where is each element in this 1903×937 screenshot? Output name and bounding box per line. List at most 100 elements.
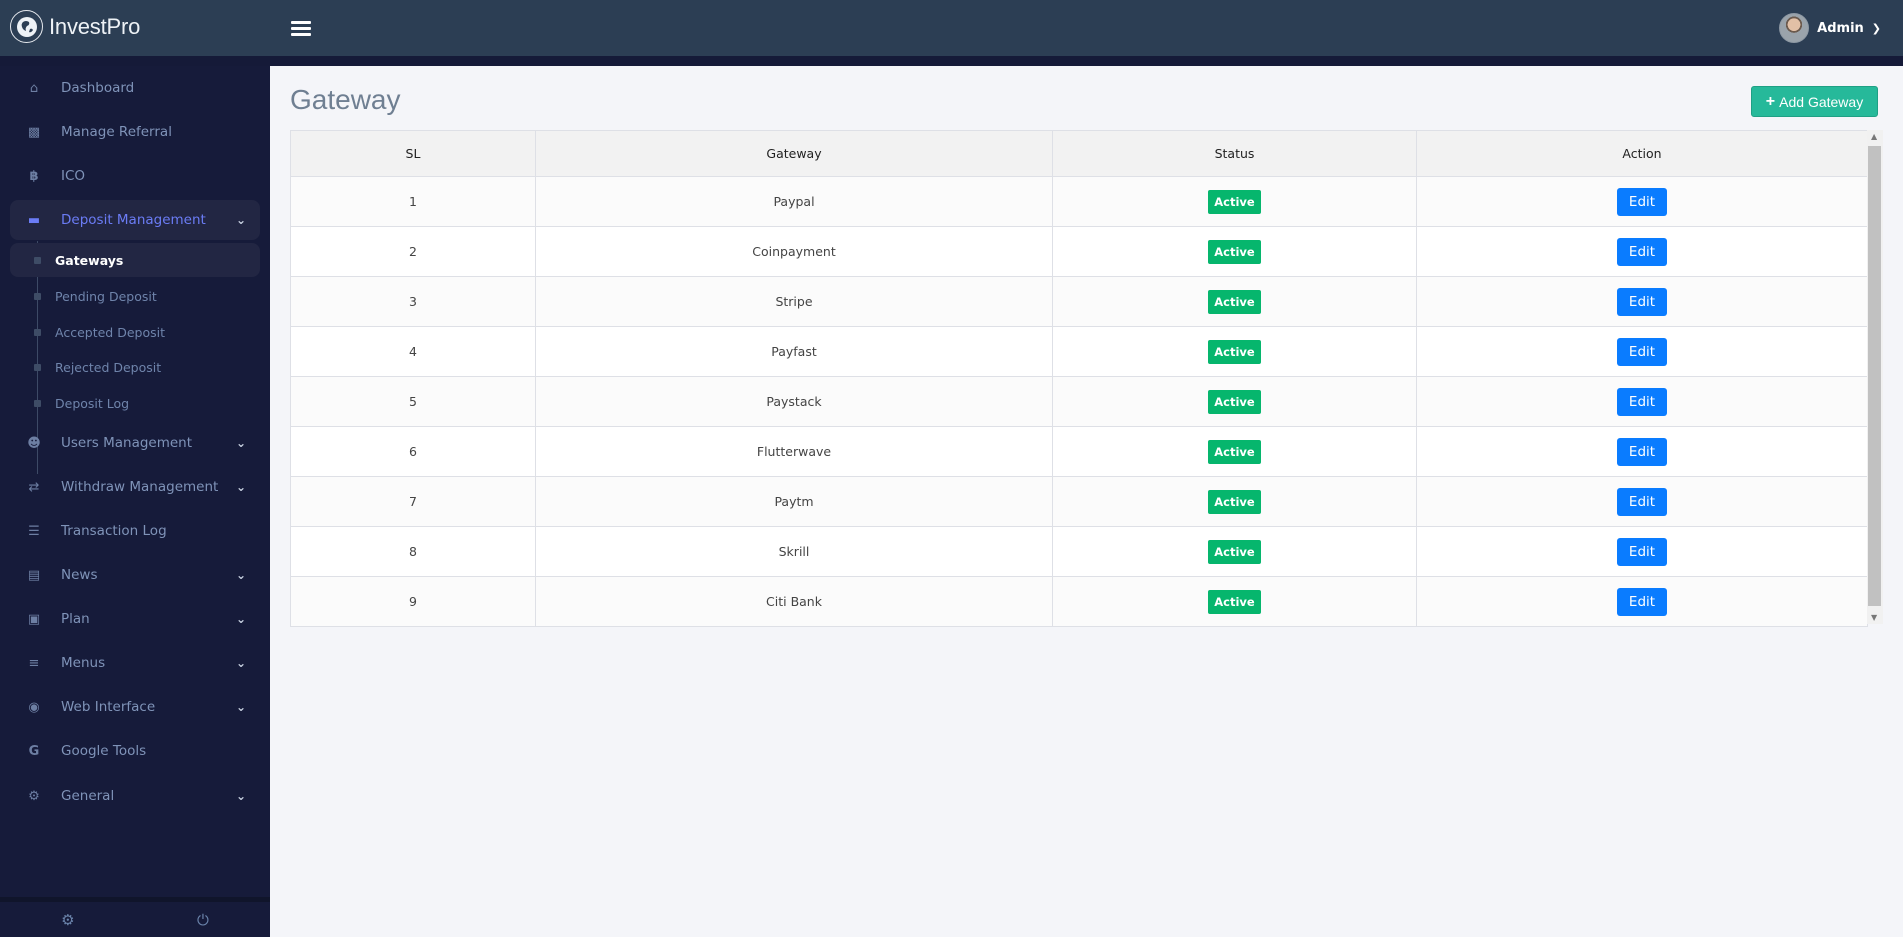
column-header-action: Action xyxy=(1416,130,1868,177)
briefcase-icon: ▣ xyxy=(27,611,41,627)
edit-button[interactable]: Edit xyxy=(1616,187,1668,216)
sidebar-footer: ⚙ ⏻ xyxy=(0,902,270,937)
cell-action: Edit xyxy=(1416,476,1868,527)
sidebar-item-web-interface[interactable]: ◉ Web Interface ⌄ xyxy=(10,687,260,727)
cell-status: Active xyxy=(1052,526,1417,577)
hamburger-icon[interactable] xyxy=(291,21,311,37)
sidebar-subitem-pending-deposit[interactable]: Pending Deposit xyxy=(10,279,260,313)
cell-sl: 4 xyxy=(290,326,536,377)
status-badge: Active xyxy=(1208,239,1261,264)
google-icon: G xyxy=(28,743,40,759)
table-row: 2 Coinpayment Active Edit xyxy=(290,226,1868,277)
cell-sl: 5 xyxy=(290,376,536,427)
bars-icon: ≡ xyxy=(28,655,40,671)
table-row: 7 Paytm Active Edit xyxy=(290,476,1868,527)
sidebar-item-label: Menus xyxy=(61,655,106,671)
chevron-down-icon: ❯ xyxy=(1871,21,1881,35)
bullet-icon xyxy=(34,399,41,407)
home-icon: ⌂ xyxy=(29,80,39,96)
status-badge: Active xyxy=(1208,589,1261,614)
cell-gateway: Payfast xyxy=(535,326,1053,377)
edit-button[interactable]: Edit xyxy=(1616,537,1668,566)
cell-status: Active xyxy=(1052,326,1417,377)
sidebar-item-transaction-log[interactable]: ☰ Transaction Log xyxy=(10,511,260,551)
power-icon[interactable]: ⏻ xyxy=(197,911,209,929)
cell-gateway: Skrill xyxy=(535,526,1053,577)
sidebar-item-label: Withdraw Management xyxy=(61,479,219,495)
sidebar-subitem-label: Deposit Log xyxy=(55,395,130,411)
scroll-up-icon[interactable]: ▲ xyxy=(1871,132,1877,141)
chevron-down-icon: ⌄ xyxy=(235,213,246,227)
bullet-icon xyxy=(34,363,41,371)
list-icon: ☰ xyxy=(28,523,40,539)
edit-button[interactable]: Edit xyxy=(1616,337,1668,366)
cell-gateway: Paystack xyxy=(535,376,1053,427)
edit-button[interactable]: Edit xyxy=(1616,487,1668,516)
cell-status: Active xyxy=(1052,576,1417,627)
add-gateway-button[interactable]: + Add Gateway xyxy=(1751,86,1878,117)
chevron-down-icon: ⌄ xyxy=(235,700,246,714)
edit-button[interactable]: Edit xyxy=(1616,237,1668,266)
chevron-down-icon: ⌄ xyxy=(235,436,246,450)
sidebar-item-general[interactable]: ⚙ General ⌄ xyxy=(10,776,260,816)
chevron-down-icon: ⌄ xyxy=(235,656,246,670)
sidebar-item-users-management[interactable]: ☻ Users Management ⌄ xyxy=(10,423,260,463)
sidebar-item-label: Dashboard xyxy=(61,80,135,96)
sidebar-subitem-label: Pending Deposit xyxy=(55,288,157,304)
cell-action: Edit xyxy=(1416,376,1868,427)
cell-gateway: Citi Bank xyxy=(535,576,1053,627)
user-name: Admin xyxy=(1817,20,1864,36)
sidebar-item-google-tools[interactable]: G Google Tools xyxy=(10,731,260,771)
table-row: 8 Skrill Active Edit xyxy=(290,526,1868,577)
cell-status: Active xyxy=(1052,376,1417,427)
sidebar-item-label: Users Management xyxy=(61,435,193,451)
sidebar-subitem-label: Accepted Deposit xyxy=(55,324,165,340)
user-menu[interactable]: Admin ❯ xyxy=(1779,13,1881,43)
sidebar-item-menus[interactable]: ≡ Menus ⌄ xyxy=(10,643,260,683)
status-badge: Active xyxy=(1208,189,1261,214)
edit-button[interactable]: Edit xyxy=(1616,587,1668,616)
retweet-icon: ⇄ xyxy=(28,479,40,495)
cell-status: Active xyxy=(1052,176,1417,227)
sidebar-subitem-gateways[interactable]: Gateways xyxy=(10,243,260,277)
brand[interactable]: InvestPro xyxy=(10,10,140,43)
scroll-down-icon[interactable]: ▼ xyxy=(1871,613,1877,622)
edit-button[interactable]: Edit xyxy=(1616,287,1668,316)
sidebar-item-deposit-management[interactable]: ▬ Deposit Management ⌄ xyxy=(10,200,260,240)
sidebar-subitem-rejected-deposit[interactable]: Rejected Deposit xyxy=(10,350,260,384)
sidebar-item-dashboard[interactable]: ⌂ Dashboard xyxy=(10,68,260,108)
sidebar-item-manage-referral[interactable]: ▩ Manage Referral xyxy=(10,112,260,152)
cell-sl: 8 xyxy=(290,526,536,577)
sidebar-subitem-accepted-deposit[interactable]: Accepted Deposit xyxy=(10,315,260,349)
cell-status: Active xyxy=(1052,476,1417,527)
table-row: 9 Citi Bank Active Edit xyxy=(290,576,1868,627)
scrollbar-thumb[interactable] xyxy=(1868,146,1881,606)
status-badge: Active xyxy=(1208,439,1261,464)
table-row: 4 Payfast Active Edit xyxy=(290,326,1868,377)
column-header-status: Status xyxy=(1052,130,1417,177)
sidebar-item-plan[interactable]: ▣ Plan ⌄ xyxy=(10,599,260,639)
credit-card-icon: ▬ xyxy=(27,212,41,228)
chevron-down-icon: ⌄ xyxy=(235,568,246,582)
plus-icon: + xyxy=(1765,92,1776,110)
sidebar-subitem-deposit-log[interactable]: Deposit Log xyxy=(10,386,260,420)
sidebar-item-label: Transaction Log xyxy=(61,523,167,539)
sidebar-item-ico[interactable]: ฿ ICO xyxy=(10,156,260,196)
edit-button[interactable]: Edit xyxy=(1616,387,1668,416)
sidebar-item-label: ICO xyxy=(61,168,86,184)
table-scrollbar[interactable]: ▲ ▼ xyxy=(1867,130,1883,624)
newspaper-icon: ▤ xyxy=(27,567,41,583)
bitcoin-icon: ฿ xyxy=(29,168,39,184)
edit-button[interactable]: Edit xyxy=(1616,437,1668,466)
sidebar-item-label: Plan xyxy=(61,611,90,627)
cell-sl: 3 xyxy=(290,276,536,327)
cell-sl: 6 xyxy=(290,426,536,477)
sitemap-icon: ▩ xyxy=(27,124,41,140)
cog-icon[interactable]: ⚙ xyxy=(61,911,74,929)
sidebar-item-withdraw-management[interactable]: ⇄ Withdraw Management ⌄ xyxy=(10,467,260,507)
cell-sl: 7 xyxy=(290,476,536,527)
cell-action: Edit xyxy=(1416,576,1868,627)
sidebar-item-label: News xyxy=(61,567,98,583)
cell-sl: 9 xyxy=(290,576,536,627)
sidebar-item-news[interactable]: ▤ News ⌄ xyxy=(10,555,260,595)
